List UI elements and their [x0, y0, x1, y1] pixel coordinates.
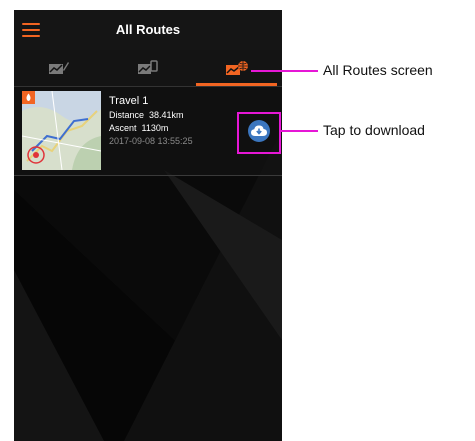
callout-line-all-routes [251, 70, 318, 72]
callout-all-routes-screen: All Routes screen [323, 62, 433, 78]
route-timestamp: 2017-09-08 13:55:25 [109, 136, 193, 146]
callout-tap-to-download: Tap to download [323, 122, 425, 138]
route-name: Travel 1 [109, 95, 149, 107]
route-ascent: Ascent 1130m [109, 123, 169, 133]
callout-line-download [281, 130, 318, 132]
route-distance: Distance 38.41km [109, 110, 184, 120]
online-routes-icon [225, 61, 248, 75]
download-highlight-box [237, 112, 281, 154]
app-bar: All Routes [14, 10, 282, 51]
phone-screen: All Routes Travel 1 Distance 38.41km Asc… [14, 10, 282, 441]
tab-route-list[interactable] [14, 50, 103, 86]
tab-device-routes[interactable] [103, 50, 192, 86]
device-route-icon [137, 60, 158, 74]
tab-all-routes[interactable] [192, 50, 281, 86]
page-title: All Routes [115, 22, 181, 37]
route-list-icon [48, 62, 69, 74]
selected-tab-indicator [196, 83, 277, 86]
tab-bar [14, 50, 282, 87]
route-map-thumbnail [22, 91, 101, 170]
